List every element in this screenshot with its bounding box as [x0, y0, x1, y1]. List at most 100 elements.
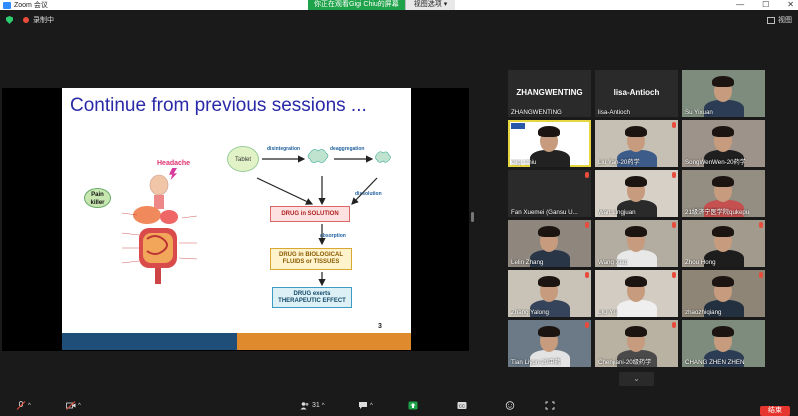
drug-in-solution-box: DRUG in SOLUTION	[270, 206, 350, 222]
participant-tile[interactable]: zhaozhiqiang	[682, 270, 765, 317]
close-button[interactable]: ✕	[787, 0, 794, 10]
video-options-caret-icon[interactable]: ^	[78, 403, 81, 409]
participant-video-hair	[625, 176, 647, 187]
participant-tile[interactable]: Gigi Chiu	[508, 120, 591, 167]
window-controls: — ☐ ✕	[736, 0, 794, 10]
participant-video-hair	[625, 226, 647, 237]
participant-big-name: ZHANGWENTING	[516, 88, 583, 97]
expand-apps-icon	[545, 401, 555, 410]
participant-tile[interactable]: Zhou Hong	[682, 220, 765, 267]
speaker-logo-icon	[511, 123, 525, 129]
participant-name: Fan Xuemei (Gansu U...	[511, 209, 578, 216]
participant-name: Lelin Zhang	[511, 259, 544, 266]
muted-mic-icon	[672, 172, 676, 178]
closed-captions-icon: CC	[457, 402, 467, 409]
maximize-button[interactable]: ☐	[762, 0, 769, 10]
muted-mic-icon	[585, 272, 589, 278]
share-screen-button[interactable]	[408, 401, 418, 410]
security-shield-icon[interactable]	[6, 16, 13, 24]
gallery-next-page-button[interactable]: ⌄	[619, 372, 654, 386]
participant-video-hair	[712, 226, 734, 237]
participant-video-shirt	[617, 300, 657, 317]
muted-mic-icon	[672, 222, 676, 228]
muted-mic-icon	[672, 122, 676, 128]
video-button[interactable]: ^	[66, 401, 81, 410]
svg-text:CC: CC	[459, 404, 466, 409]
slide-footer-orange	[237, 333, 411, 350]
participant-video-hair	[625, 326, 647, 337]
participants-caret-icon[interactable]: ^	[322, 403, 325, 409]
chat-button[interactable]: ^	[358, 401, 373, 410]
participant-video-hair	[625, 126, 647, 137]
grid-view-icon	[767, 16, 775, 24]
reactions-button[interactable]	[505, 401, 515, 410]
participant-tile[interactable]: Tian Liyun-20中药	[508, 320, 591, 367]
chat-bubble-icon	[359, 402, 367, 409]
participant-tile[interactable]: 21级济宁医学院qukepu	[682, 170, 765, 217]
participants-button[interactable]: 31 ^	[300, 401, 325, 410]
participant-name: ZHANGWENTING	[511, 109, 562, 116]
participant-tile[interactable]: SongWenWen-20药学	[682, 120, 765, 167]
participant-tile[interactable]: Su Yixuan	[682, 70, 765, 117]
participant-name: Zhang Yalong	[511, 309, 549, 316]
mute-options-caret-icon[interactable]: ^	[28, 403, 31, 409]
apps-button[interactable]	[545, 401, 555, 410]
participant-name: Chenjiani-20级药学	[598, 359, 652, 366]
recording-indicator[interactable]: 录制中	[23, 15, 54, 25]
viewing-screen-label: 你正在观看Gigi Chiu的屏幕	[308, 0, 405, 10]
participant-tile[interactable]: lisa-Antioch lisa-Antioch	[595, 70, 678, 117]
participant-tile[interactable]: Chenjiani-20级药学	[595, 320, 678, 367]
participant-video-hair	[538, 126, 560, 137]
participant-video-hair	[538, 226, 560, 237]
participant-video-hair	[712, 176, 734, 187]
participant-tile[interactable]: Fan Xuemei (Gansu U...	[508, 170, 591, 217]
participants-count: 31	[312, 402, 320, 409]
app-title-group: Zoom 会议	[0, 0, 48, 10]
slide-page-number: 3	[378, 323, 382, 330]
participant-tile[interactable]: ZHANGWENTING ZHANGWENTING	[508, 70, 591, 117]
participant-video-hair	[712, 126, 734, 137]
headache-label: Headache	[157, 160, 191, 167]
muted-mic-icon	[672, 322, 676, 328]
view-options-button[interactable]: 视图选项 ▾	[404, 0, 456, 10]
view-button[interactable]: 视图	[767, 15, 792, 25]
participant-tile[interactable]: CHANG ZHEN ZHEN	[682, 320, 765, 367]
camera-off-icon	[66, 401, 76, 410]
participant-tile[interactable]: Zhang Yalong	[508, 270, 591, 317]
participant-name: zhaozhiqiang	[685, 309, 722, 316]
participant-name: CHANG ZHEN ZHEN	[685, 359, 745, 366]
participant-name: Zhou Hong	[685, 259, 716, 266]
drug-therapeutic-effect-box: DRUG exerts THERAPEUTIC EFFECT	[272, 287, 352, 308]
share-screen-icon	[408, 401, 418, 410]
participant-tile[interactable]: Wang Xiao	[595, 220, 678, 267]
splitter-handle[interactable]	[471, 212, 474, 222]
participant-name: LIU YU	[598, 309, 618, 316]
chat-caret-icon[interactable]: ^	[370, 403, 373, 409]
participant-tile[interactable]: Wan Lingjuan	[595, 170, 678, 217]
captions-button[interactable]: CC	[457, 401, 467, 410]
muted-mic-icon	[585, 322, 589, 328]
minimize-button[interactable]: —	[736, 0, 744, 10]
participant-name: 21级济宁医学院qukepu	[685, 209, 750, 216]
share-banner: 你正在观看Gigi Chiu的屏幕 视图选项 ▾	[308, 0, 456, 10]
participant-video-hair	[712, 76, 734, 87]
participant-tile[interactable]: Liu Yan-20药学	[595, 120, 678, 167]
participant-name: SongWenWen-20药学	[685, 159, 746, 166]
participant-name: lisa-Antioch	[598, 109, 630, 116]
presentation-slide: Continue from previous sessions ... Pain…	[62, 88, 411, 350]
participant-big-name: lisa-Antioch	[613, 88, 660, 97]
record-dot-icon	[23, 17, 29, 23]
recording-label: 录制中	[33, 17, 54, 24]
mute-button[interactable]: ^	[16, 401, 31, 410]
participant-tile[interactable]: Lelin Zhang	[508, 220, 591, 267]
drug-in-biological-box: DRUG in BIOLOGICAL FLUIDS or TISSUES	[270, 248, 352, 270]
muted-mic-icon	[759, 222, 763, 228]
app-title: Zoom 会议	[14, 2, 48, 9]
digestive-system-diagram	[121, 174, 198, 284]
muted-mic-icon	[759, 272, 763, 278]
participant-video-hair	[538, 326, 560, 337]
zoom-logo-icon	[3, 1, 11, 9]
participant-tile[interactable]: LIU YU	[595, 270, 678, 317]
participant-name: Tian Liyun-20中药	[511, 359, 561, 366]
participant-name: Liu Yan-20药学	[598, 159, 640, 166]
